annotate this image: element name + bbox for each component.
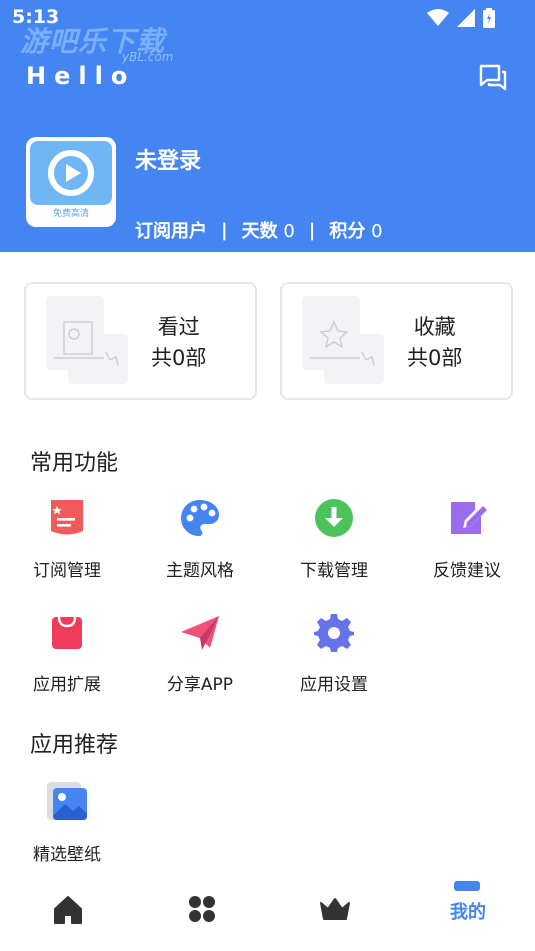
divider: |: [221, 219, 228, 241]
play-logo-icon: [48, 150, 94, 196]
history-card-text: 看过 共0部: [151, 312, 206, 374]
settings-gear-icon: [314, 614, 354, 652]
subscription-manage-item[interactable]: 订阅管理: [12, 498, 122, 581]
history-card[interactable]: 看过 共0部: [24, 282, 257, 400]
wallpaper-icon: [47, 782, 87, 820]
palette-icon: [181, 500, 219, 536]
app-extension-label: 应用扩展: [33, 675, 101, 695]
app-extension-item[interactable]: 应用扩展: [12, 612, 122, 695]
signal-icon: [457, 9, 475, 27]
profile-header: 5:13 游吧乐下载 yBL.com Hello 免费高清 未登录 订阅用户 |…: [0, 0, 535, 252]
share-app-label: 分享APP: [166, 675, 234, 695]
days-value: 0: [283, 221, 295, 242]
status-icons: [427, 8, 495, 28]
crown-icon: [320, 898, 350, 920]
avatar[interactable]: 免费高清: [26, 137, 116, 227]
favorites-card-text: 收藏 共0部: [407, 312, 462, 374]
download-manage-item[interactable]: 下载管理: [279, 498, 389, 581]
tab-mine[interactable]: 我的: [444, 879, 492, 923]
feedback-item[interactable]: 反馈建议: [412, 498, 522, 581]
shopping-bag-icon: [52, 616, 82, 649]
history-illustration-icon: [46, 296, 128, 384]
points-label: 积分: [329, 221, 366, 242]
greeting-title: Hello: [26, 62, 136, 90]
theme-style-label: 主题风格: [166, 561, 234, 581]
history-count: 共0部: [151, 346, 207, 370]
wallpaper-label: 精选壁纸: [33, 845, 101, 865]
paper-plane-icon: [181, 616, 219, 650]
tab-home[interactable]: [48, 889, 88, 929]
app-logo-background: [30, 141, 112, 205]
days-stat: 天数 0: [242, 217, 295, 243]
subscription-label: 订阅管理: [33, 561, 101, 581]
download-icon: [315, 499, 353, 537]
profile-tab-icon: [454, 881, 480, 891]
favorites-title: 收藏: [413, 315, 456, 339]
wallpaper-item[interactable]: 精选壁纸: [12, 782, 122, 865]
tab-vip[interactable]: [315, 889, 355, 929]
divider: |: [308, 219, 316, 241]
home-icon: [54, 896, 82, 924]
subscription-icon: [51, 500, 83, 535]
days-label: 天数: [241, 221, 278, 242]
favorites-illustration-icon: [302, 296, 384, 384]
share-app-item[interactable]: 分享APP: [145, 612, 255, 695]
battery-icon: [483, 8, 495, 28]
user-type: 订阅用户: [135, 221, 207, 242]
grid-category-icon: [189, 896, 215, 922]
app-settings-item[interactable]: 应用设置: [279, 612, 389, 695]
feedback-edit-icon: [451, 502, 487, 534]
common-functions-title: 常用功能: [30, 451, 119, 476]
points-stat: 积分 0: [329, 217, 382, 243]
tab-mine-label: 我的: [450, 902, 486, 923]
app-settings-label: 应用设置: [300, 675, 368, 695]
avatar-caption: 免费高清: [52, 209, 89, 219]
history-title: 看过: [157, 315, 200, 339]
tab-category[interactable]: [182, 889, 222, 929]
favorites-count: 共0部: [407, 346, 463, 370]
feedback-label: 反馈建议: [433, 561, 501, 581]
points-value: 0: [371, 221, 383, 242]
message-icon[interactable]: [478, 63, 508, 93]
download-manage-label: 下载管理: [300, 561, 368, 581]
user-stats: 订阅用户 | 天数 0 | 积分 0: [135, 217, 383, 243]
login-status[interactable]: 未登录: [135, 143, 201, 175]
recommended-apps-title: 应用推荐: [30, 733, 119, 758]
theme-style-item[interactable]: 主题风格: [145, 498, 255, 581]
wifi-icon: [427, 9, 449, 26]
bottom-tab-bar: 我的: [0, 875, 535, 951]
favorites-card[interactable]: 收藏 共0部: [280, 282, 513, 400]
